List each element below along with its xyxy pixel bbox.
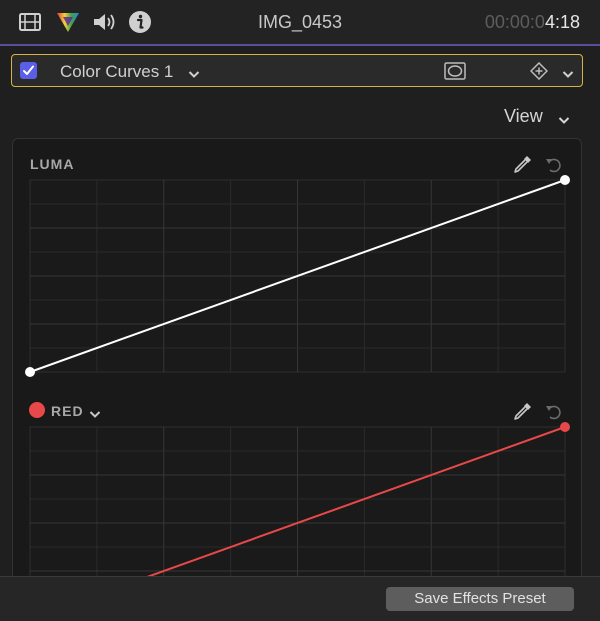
- top-bar: IMG_0453 00:00:04:18: [0, 0, 600, 44]
- luma-control-point[interactable]: [560, 175, 570, 185]
- top-bar-divider: [0, 44, 600, 46]
- timecode-dim: 00:00:0: [484, 12, 545, 32]
- timecode: 00:00:04:18: [485, 12, 580, 33]
- curves-graph[interactable]: [13, 139, 581, 587]
- red-curve-grid: [29, 426, 566, 576]
- timecode-bright: 4:18: [544, 12, 580, 32]
- save-effects-preset-button[interactable]: Save Effects Preset: [386, 587, 574, 611]
- red-control-point[interactable]: [560, 422, 570, 432]
- view-menu[interactable]: View: [504, 106, 543, 127]
- mask-icon[interactable]: [444, 62, 466, 85]
- effect-name[interactable]: Color Curves 1: [60, 62, 173, 82]
- curves-panel: LUMA RED: [12, 138, 582, 588]
- chevron-down-icon[interactable]: [188, 66, 200, 84]
- luma-control-point[interactable]: [25, 367, 35, 377]
- effect-enable-checkbox[interactable]: [20, 62, 37, 79]
- effect-header[interactable]: Color Curves 1: [11, 54, 583, 87]
- view-chevron-icon[interactable]: [558, 112, 570, 130]
- effect-options-chevron-icon[interactable]: [562, 66, 574, 84]
- add-keyframe-icon[interactable]: [529, 61, 549, 85]
- bottom-bar: Save Effects Preset: [0, 576, 600, 621]
